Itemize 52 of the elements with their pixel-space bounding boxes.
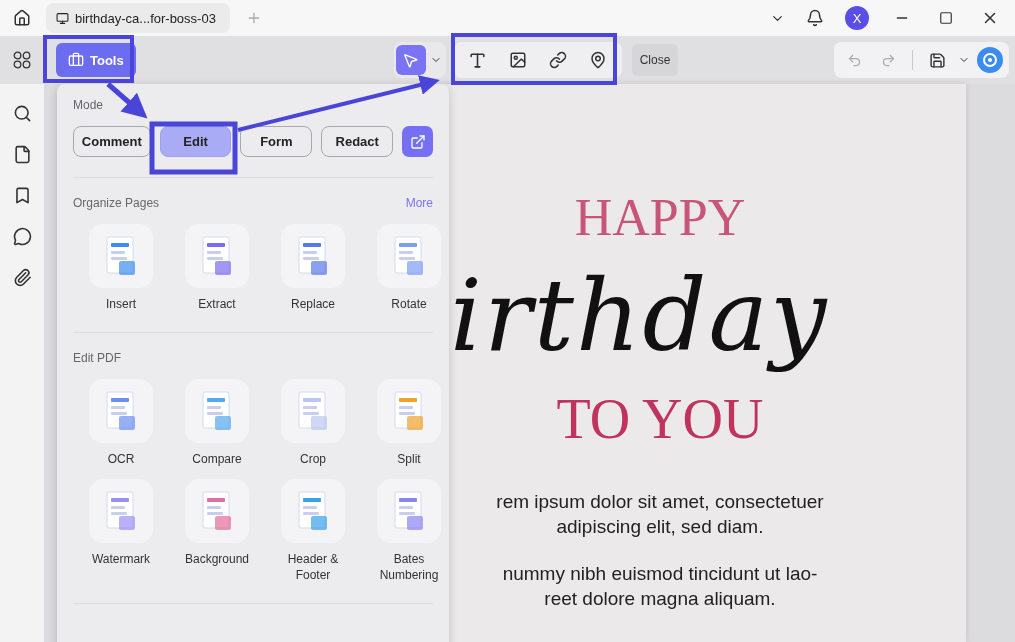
briefcase-icon — [68, 52, 84, 68]
tool-tile[interactable] — [281, 224, 345, 288]
tool-tile[interactable] — [281, 379, 345, 443]
tool-label: Extract — [197, 296, 237, 312]
section-title: Mode — [73, 98, 105, 112]
document-tab[interactable]: birthday-ca...for-boss-03 — [46, 3, 230, 33]
section-title: Organize Pages — [73, 196, 160, 210]
page-icon[interactable] — [12, 145, 32, 164]
tool-tile[interactable] — [185, 379, 249, 443]
tool-label: Header & Footer — [286, 551, 340, 583]
external-link-icon — [409, 133, 426, 150]
tool-tile[interactable] — [377, 379, 441, 443]
tools-button[interactable]: Tools — [56, 43, 136, 77]
open-external-button[interactable] — [402, 126, 433, 157]
account-avatar[interactable]: X — [845, 6, 869, 30]
tool-label: Split — [396, 451, 422, 467]
comment-icon[interactable] — [12, 227, 32, 246]
tool-tile[interactable] — [185, 224, 249, 288]
tool-label: Replace — [290, 296, 336, 312]
select-tool-button[interactable] — [395, 45, 426, 75]
paperclip-icon[interactable] — [12, 268, 32, 287]
mode-button[interactable]: Edit — [159, 126, 232, 157]
tool-tile[interactable] — [377, 224, 441, 288]
document-heading: TO YOU — [556, 391, 764, 447]
tool-tile[interactable] — [89, 224, 153, 288]
arrow — [106, 82, 148, 119]
monitor-icon — [56, 11, 69, 25]
document-heading: HAPPY — [574, 192, 746, 244]
tool-tile[interactable] — [89, 479, 153, 543]
mode-button[interactable]: Form — [240, 126, 313, 157]
tool-label: OCR — [106, 451, 136, 467]
apps-icon[interactable] — [13, 51, 31, 69]
close-button[interactable]: Close — [631, 44, 679, 76]
script-heading: irthday — [450, 256, 830, 376]
tool-tile[interactable] — [377, 479, 441, 543]
mode-button[interactable]: Redact — [321, 126, 394, 157]
tool-label: Crop — [299, 451, 327, 467]
tool-label: Insert — [105, 296, 137, 312]
tool-label: Background — [183, 551, 250, 567]
tool-label: Rotate — [390, 296, 428, 312]
ai-assistant-icon[interactable] — [977, 47, 1003, 73]
tool-label: Watermark — [90, 551, 152, 567]
document-paragraph: nummy nibh euismod tincidunt ut lao- reet dolore magna aliquam. — [502, 562, 818, 611]
document-paragraph: rem ipsum dolor sit amet, consectetuer adipiscing elit, sed diam. — [496, 490, 824, 539]
section-title: Edit PDF — [73, 351, 121, 365]
pointer-icon — [402, 51, 420, 69]
tool-label: Compare — [191, 451, 243, 467]
tool-tile[interactable] — [185, 479, 249, 543]
tool-label: Bates Numbering — [378, 551, 440, 583]
tool-tile[interactable] — [89, 379, 153, 443]
tool-tile[interactable] — [281, 479, 345, 543]
search-icon[interactable] — [12, 104, 32, 123]
